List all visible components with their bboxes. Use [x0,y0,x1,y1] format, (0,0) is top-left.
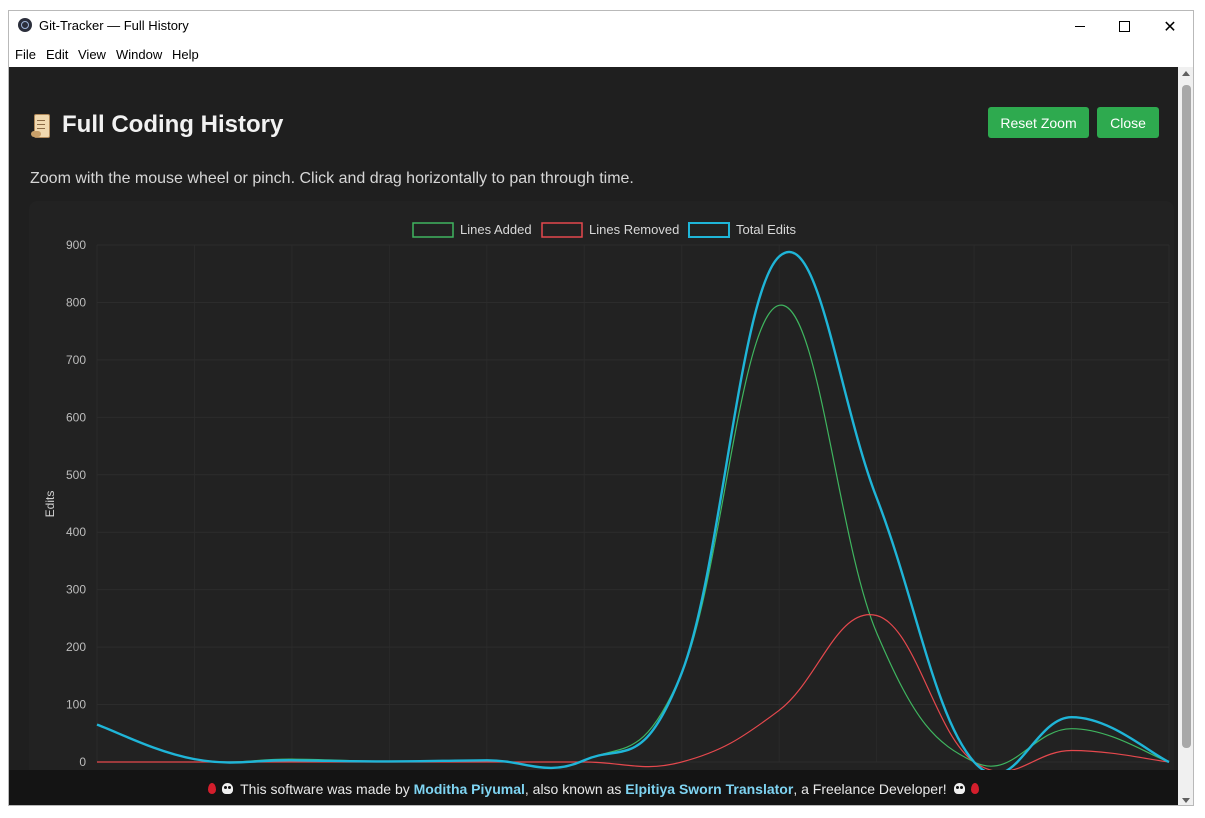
menu-file[interactable]: File [15,47,36,62]
minimize-button[interactable] [1057,11,1103,42]
minimize-icon [1075,26,1085,27]
skull-icon [953,783,965,794]
scroll-up-arrow-icon[interactable] [1182,71,1190,76]
footer-suffix: , a Freelance Developer! [793,780,951,797]
legend-swatch-lines-added [412,222,454,238]
skull-icon [222,783,234,794]
y-tick-label: 500 [66,468,86,482]
menu-edit[interactable]: Edit [46,47,68,62]
vertical-scrollbar[interactable] [1178,67,1193,805]
y-axis-label: Edits [43,491,57,518]
y-tick-label: 400 [66,525,86,539]
title-bar: Git-Tracker — Full History ✕ [9,11,1193,42]
close-icon: ✕ [1163,18,1177,36]
app-icon [18,18,32,32]
series-line-lines-added [96,304,1170,769]
y-tick-label: 900 [66,238,86,252]
legend-swatch-lines-removed [541,222,583,238]
legend-label-total-edits: Total Edits [736,222,796,237]
legend-swatch-total-edits [688,222,730,238]
close-window-button[interactable]: ✕ [1147,11,1193,42]
y-tick-label: 0 [79,755,86,769]
blood-drop-icon [208,783,217,794]
chart-panel[interactable]: 0 100 200 300 400 500 600 700 800 900 Edits Lines A… [29,201,1174,805]
legend-label-lines-added: Lines Added [460,222,532,237]
history-chart[interactable]: 0 100 200 300 400 500 600 700 800 900 Edits Lines A… [9,67,1178,806]
y-tick-label: 800 [66,295,86,309]
app-window: Git-Tracker — Full History ✕ File Edit V… [8,10,1194,806]
footer-middle: , also known as [524,780,626,797]
footer-prefix: This software was made by [236,780,414,797]
maximize-icon [1118,21,1130,32]
y-tick-label: 700 [66,353,86,367]
y-tick-label: 600 [66,410,86,424]
menu-window[interactable]: Window [116,47,162,62]
legend-label-lines-removed: Lines Removed [589,222,679,237]
menu-view[interactable]: View [78,47,106,62]
blood-drop-icon [970,783,979,794]
scroll-thumb[interactable] [1182,85,1191,748]
y-tick-label: 200 [66,640,86,654]
maximize-button[interactable] [1101,11,1147,42]
footer-author[interactable]: Moditha Piyumal [414,781,525,797]
menu-help[interactable]: Help [172,47,199,62]
footer-alias[interactable]: Elpitiya Sworn Translator [625,781,793,797]
y-tick-label: 100 [66,698,86,712]
footer-credit: This software was made by Moditha Piyuma… [9,770,1178,805]
scroll-down-arrow-icon[interactable] [1182,798,1190,803]
main-content: Full Coding History Reset Zoom Close Zoo… [9,67,1178,805]
window-title: Git-Tracker — Full History [39,18,189,33]
series-line-total-edits [96,250,1170,776]
menu-bar: File Edit View Window Help [9,42,1193,67]
y-tick-label: 300 [66,583,86,597]
